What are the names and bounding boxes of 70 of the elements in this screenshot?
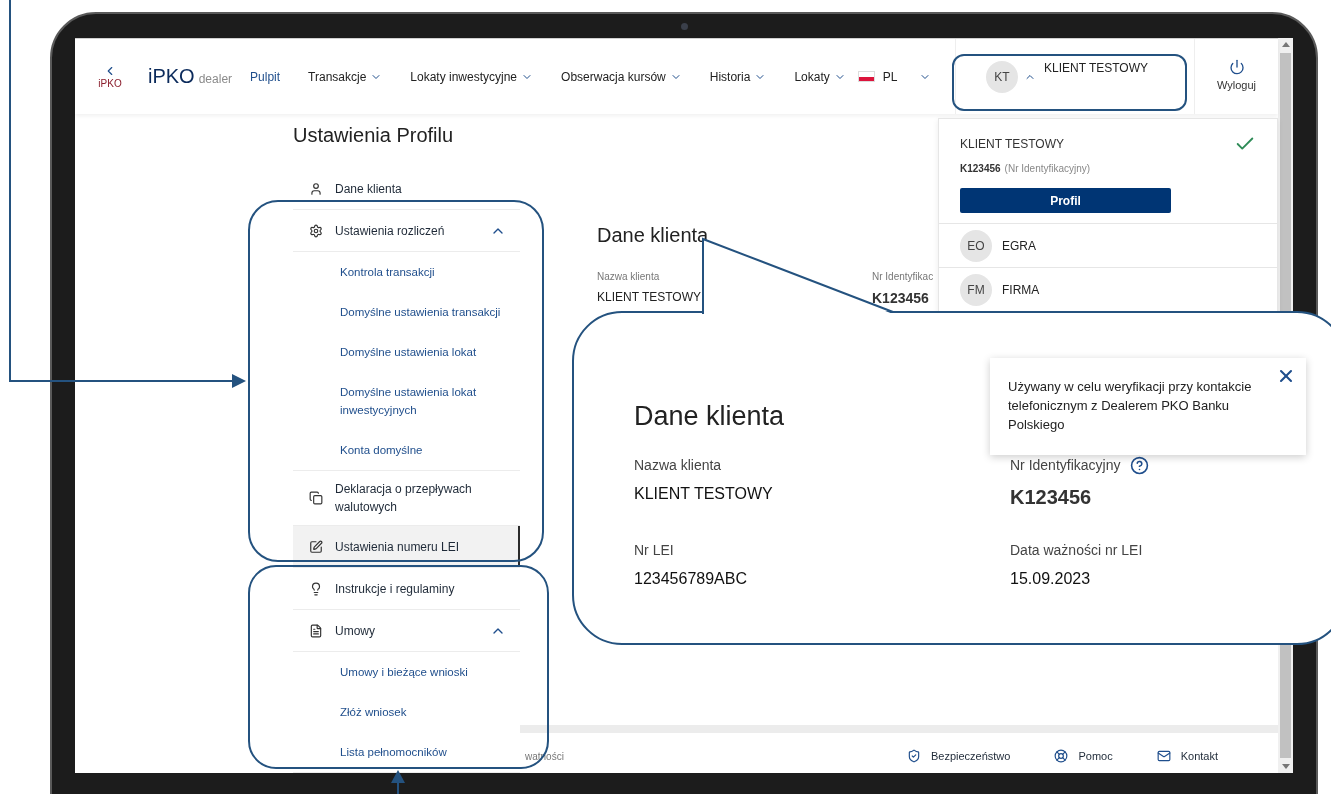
account-id-note: (Nr Identyfikacyjny) <box>1004 162 1091 176</box>
account-name: KLIENT TESTOWY <box>1044 59 1149 77</box>
lightbulb-icon <box>309 581 323 596</box>
nav-item[interactable]: Lokaty inwestycyjne <box>410 67 534 86</box>
document-icon <box>309 623 323 638</box>
language-selector[interactable]: PL <box>857 67 932 86</box>
account-button[interactable]: KT KLIENT TESTOWY <box>955 39 1195 114</box>
nav-item[interactable]: Transakcje <box>308 67 383 86</box>
scroll-down-icon <box>1281 764 1290 769</box>
sidebar-item[interactable]: Deklaracja o przepływach walutowych <box>293 471 520 525</box>
back-button[interactable]: iPKO <box>75 63 145 90</box>
section-heading: Dane klienta <box>634 400 785 433</box>
page-title: Ustawienia Profilu <box>293 123 454 148</box>
pointer-arrow <box>391 770 405 794</box>
scroll-up-icon <box>1281 42 1290 47</box>
footer-link[interactable]: Bezpieczeństwo <box>906 747 1011 765</box>
field-label: Nr Identyfikacyjny <box>1010 456 1121 475</box>
lifebuoy-icon <box>1054 749 1069 763</box>
field-value: 123456789ABC <box>634 569 748 589</box>
field-value: KLIENT TESTOWY <box>634 484 774 504</box>
nav-item[interactable]: Pulpit <box>250 67 281 86</box>
footer-link[interactable]: Kontakt <box>1156 747 1218 765</box>
account-name: KLIENT TESTOWY <box>960 136 1065 153</box>
logo: iPKO <box>148 65 195 86</box>
tooltip-text: Używany w celu weryfikacji przy kontakcie telefonicznym z Dealerem PKO Banku Polskiego <box>1008 378 1253 434</box>
sidebar-item[interactable]: Ustawienia numeru LEI <box>293 526 520 567</box>
field-value: K123456 <box>872 289 929 308</box>
profile-button[interactable]: Profil <box>960 188 1171 213</box>
field-label: Data ważności nr LEI <box>1010 541 1143 560</box>
sidebar-subitem[interactable]: Lista pełnomocników <box>293 732 520 772</box>
field-label: Nr Identyfikac <box>872 270 935 284</box>
sidebar-subitem[interactable]: Kontrola transakcji <box>293 252 520 292</box>
help-icon[interactable] <box>1130 456 1150 475</box>
footer-link[interactable]: Pomoc <box>1054 747 1113 765</box>
nav-item[interactable]: Lokaty <box>794 67 846 86</box>
avatar: KT <box>986 60 1018 93</box>
field-label: Nazwa klienta <box>634 456 722 475</box>
avatar: FM <box>960 273 992 306</box>
field-label: Nazwa klienta <box>597 270 661 284</box>
sidebar-subitem[interactable]: Domyślne ustawienia lokat inwestycyjnych <box>293 372 520 430</box>
avatar: EO <box>960 229 992 262</box>
field-value: K123456 <box>1010 485 1093 510</box>
section-heading: Dane klienta <box>597 223 709 247</box>
shield-icon <box>906 749 921 763</box>
field-value: KLIENT TESTOWY <box>597 289 702 306</box>
nav-item[interactable]: Obserwacja kursów <box>561 67 682 86</box>
gear-icon <box>309 223 323 238</box>
mail-icon <box>1156 749 1171 763</box>
sidebar-item[interactable]: Dane klienta <box>293 168 520 209</box>
sidebar-subitem[interactable]: Złóż wniosek <box>293 692 520 732</box>
logout-button[interactable]: Wyloguj <box>1195 39 1278 114</box>
sidebar-subitem[interactable]: Konta domyślne <box>293 430 520 470</box>
account-option[interactable]: EO EGRA <box>939 224 1277 268</box>
sidebar-item[interactable]: Instrukcje i regulaminy <box>293 568 520 609</box>
account-id: K123456 <box>960 162 1001 176</box>
sidebar-item[interactable]: Umowy <box>293 610 520 651</box>
camera-icon <box>680 22 688 30</box>
sidebar-subitem[interactable]: Domyślne ustawienia lokat <box>293 332 520 372</box>
power-icon <box>1228 59 1245 76</box>
field-label: Nr LEI <box>634 541 674 560</box>
sidebar-subitem[interactable]: Domyślne ustawienia transakcji <box>293 292 520 332</box>
field-value: 15.09.2023 <box>1010 569 1092 589</box>
sidebar-item[interactable]: Ustawienia rozliczeń <box>293 210 520 251</box>
nav-item[interactable]: Historia <box>709 67 767 86</box>
person-icon <box>309 181 323 196</box>
edit-icon <box>309 539 323 554</box>
documents-icon <box>309 491 323 505</box>
sidebar-subitem[interactable]: Umowy i bieżące wnioski <box>293 652 520 692</box>
flag-icon <box>857 71 875 82</box>
logo-suffix: dealer <box>198 70 233 88</box>
